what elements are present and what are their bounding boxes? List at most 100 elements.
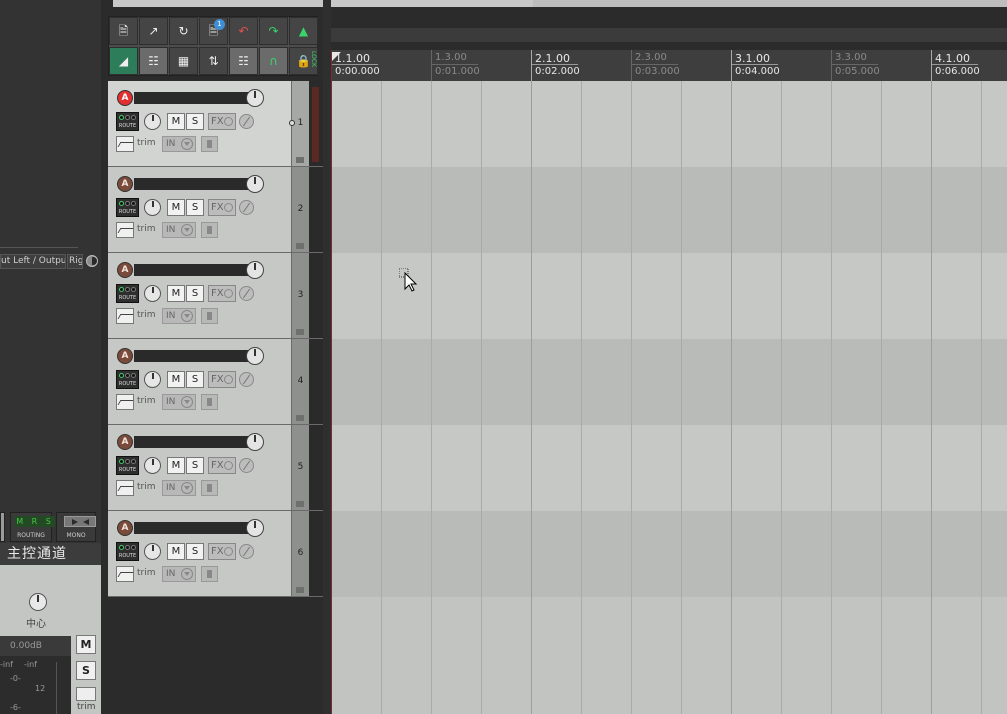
route-button[interactable]: ROUTE bbox=[116, 456, 139, 475]
auto-crossfade-button[interactable]: ◢ bbox=[109, 47, 138, 75]
track-name-field[interactable] bbox=[134, 350, 256, 362]
record-arm-button[interactable]: A bbox=[117, 262, 133, 278]
mixer-mini-button[interactable] bbox=[0, 512, 5, 542]
track-name-field[interactable] bbox=[134, 92, 256, 104]
tcp-arrange-divider[interactable] bbox=[323, 0, 331, 714]
io-toggle-icon[interactable] bbox=[86, 255, 98, 267]
mute-button[interactable]: M bbox=[167, 113, 185, 130]
record-arm-button[interactable]: A bbox=[117, 348, 133, 364]
solo-button[interactable]: S bbox=[186, 113, 204, 130]
envelope-button[interactable] bbox=[116, 566, 134, 582]
folder-icon[interactable] bbox=[296, 501, 304, 507]
record-arm-button[interactable]: A bbox=[117, 434, 133, 450]
monitor-button[interactable] bbox=[201, 480, 218, 496]
track-volume-knob[interactable] bbox=[246, 519, 264, 537]
folder-icon[interactable] bbox=[296, 415, 304, 421]
fx-bypass-icon[interactable] bbox=[224, 375, 233, 384]
solo-button[interactable]: S bbox=[186, 199, 204, 216]
lock-button[interactable]: 🔒 LOCK bbox=[289, 47, 318, 75]
track-volume-knob[interactable] bbox=[246, 175, 264, 193]
fx-bypass-icon[interactable] bbox=[224, 547, 233, 556]
monitor-button[interactable] bbox=[201, 394, 218, 410]
track-name-field[interactable] bbox=[134, 522, 256, 534]
folder-icon[interactable] bbox=[296, 587, 304, 593]
fx-bypass-icon[interactable] bbox=[224, 203, 233, 212]
monitor-button[interactable] bbox=[201, 222, 218, 238]
track-row[interactable]: A ROUTE M S FX trim IN 6 bbox=[108, 511, 323, 597]
master-solo-button[interactable]: S bbox=[76, 661, 96, 680]
record-arm-button[interactable]: A bbox=[117, 176, 133, 192]
scrollbar-thumb-right[interactable] bbox=[533, 0, 1007, 7]
ripple-edit-button[interactable]: ☷ bbox=[139, 47, 168, 75]
track-row[interactable]: A ROUTE M S FX trim IN 1 bbox=[108, 81, 323, 167]
track-row[interactable]: A ROUTE M S FX trim IN 3 bbox=[108, 253, 323, 339]
fx-button[interactable]: FX bbox=[208, 457, 236, 474]
track-number[interactable]: 2 bbox=[291, 167, 309, 252]
master-output-field[interactable]: ut Left / Output bbox=[0, 254, 66, 269]
phase-invert-icon[interactable] bbox=[239, 200, 254, 215]
folder-icon[interactable] bbox=[296, 157, 304, 163]
monitor-button[interactable] bbox=[201, 308, 218, 324]
track-controls[interactable]: A ROUTE M S FX trim IN bbox=[108, 425, 291, 510]
project-settings-button[interactable]: 🗎 1 bbox=[199, 17, 228, 45]
track-controls[interactable]: A ROUTE M S FX trim IN bbox=[108, 167, 291, 252]
arrange-view[interactable] bbox=[331, 81, 1007, 714]
folder-icon[interactable] bbox=[296, 329, 304, 335]
phase-invert-icon[interactable] bbox=[239, 114, 254, 129]
track-volume-knob[interactable] bbox=[246, 89, 264, 107]
phase-invert-icon[interactable] bbox=[239, 458, 254, 473]
track-name-field[interactable] bbox=[134, 436, 256, 448]
track-controls[interactable]: A ROUTE M S FX trim IN bbox=[108, 81, 291, 166]
track-number[interactable]: 3 bbox=[291, 253, 309, 338]
top-scrollbar[interactable] bbox=[108, 0, 1007, 9]
envelope-points-button[interactable]: ⇅ bbox=[199, 47, 228, 75]
track-row[interactable]: A ROUTE M S FX trim IN 2 bbox=[108, 167, 323, 253]
master-pan-knob[interactable] bbox=[29, 593, 47, 611]
fx-bypass-icon[interactable] bbox=[224, 461, 233, 470]
track-pan-knob[interactable] bbox=[144, 199, 161, 216]
new-project-button[interactable]: 🗎 bbox=[109, 17, 138, 45]
metronome-button[interactable]: ▲ bbox=[289, 17, 318, 45]
solo-button[interactable]: S bbox=[186, 371, 204, 388]
envelope-button[interactable] bbox=[116, 480, 134, 496]
envelope-button[interactable] bbox=[116, 394, 134, 410]
track-row[interactable]: A ROUTE M S FX trim IN 4 bbox=[108, 339, 323, 425]
envelope-button[interactable] bbox=[116, 308, 134, 324]
fx-button[interactable]: FX bbox=[208, 543, 236, 560]
track-volume-knob[interactable] bbox=[246, 347, 264, 365]
solo-button[interactable]: S bbox=[186, 543, 204, 560]
redo-button[interactable]: ↷ bbox=[259, 17, 288, 45]
input-select-button[interactable]: IN bbox=[162, 136, 196, 152]
envelope-button[interactable] bbox=[116, 222, 134, 238]
track-volume-knob[interactable] bbox=[246, 261, 264, 279]
record-arm-button[interactable]: A bbox=[117, 90, 133, 106]
fx-button[interactable]: FX bbox=[208, 199, 236, 216]
route-button[interactable]: ROUTE bbox=[116, 370, 139, 389]
input-select-button[interactable]: IN bbox=[162, 480, 196, 496]
mute-button[interactable]: M bbox=[167, 371, 185, 388]
monitor-button[interactable] bbox=[201, 566, 218, 582]
fx-button[interactable]: FX bbox=[208, 113, 236, 130]
solo-button[interactable]: S bbox=[186, 457, 204, 474]
input-select-button[interactable]: IN bbox=[162, 394, 196, 410]
track-lane[interactable] bbox=[331, 511, 1007, 597]
route-button[interactable]: ROUTE bbox=[116, 284, 139, 303]
timeline-ruler[interactable]: 1.1.00 0:00.000 1.3.00 0:01.000 2.1.00 0… bbox=[331, 50, 1007, 81]
mute-button[interactable]: M bbox=[167, 199, 185, 216]
master-mute-button[interactable]: M bbox=[76, 635, 96, 654]
master-mono-button[interactable]: MONO bbox=[56, 512, 96, 542]
track-name-field[interactable] bbox=[134, 178, 256, 190]
fx-bypass-icon[interactable] bbox=[224, 289, 233, 298]
master-envelope-icon[interactable] bbox=[76, 687, 96, 701]
fx-button[interactable]: FX bbox=[208, 285, 236, 302]
undo-button[interactable]: ↶ bbox=[229, 17, 258, 45]
fx-button[interactable]: FX bbox=[208, 371, 236, 388]
input-select-button[interactable]: IN bbox=[162, 308, 196, 324]
envelope-button[interactable] bbox=[116, 136, 134, 152]
route-button[interactable]: ROUTE bbox=[116, 112, 139, 131]
monitor-button[interactable] bbox=[201, 136, 218, 152]
fx-bypass-icon[interactable] bbox=[224, 117, 233, 126]
track-pan-knob[interactable] bbox=[144, 285, 161, 302]
record-arm-button[interactable]: A bbox=[117, 520, 133, 536]
input-select-button[interactable]: IN bbox=[162, 566, 196, 582]
